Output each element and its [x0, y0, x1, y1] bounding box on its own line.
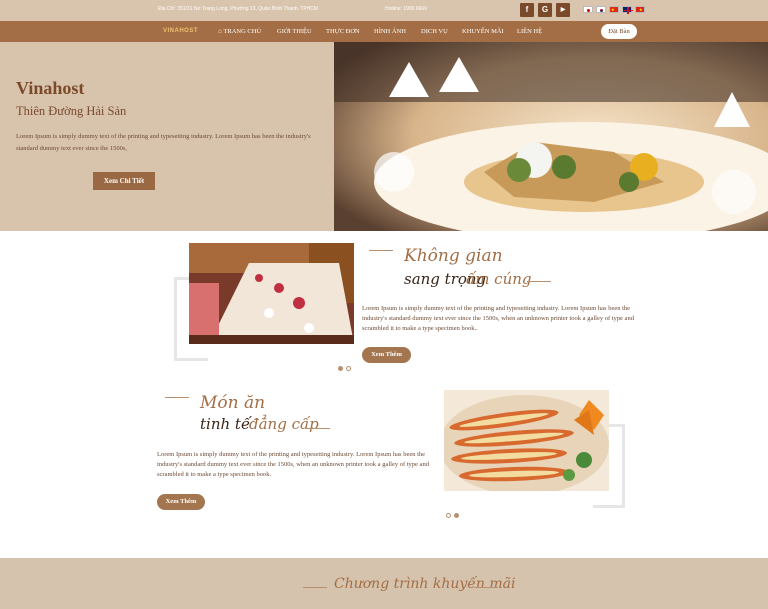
nav-item-promotions[interactable]: KHUYẾN MÃI: [462, 28, 504, 35]
divider: [474, 587, 498, 588]
nav-item-contact[interactable]: LIÊN HỆ: [517, 28, 542, 35]
carousel-dot[interactable]: [454, 513, 459, 518]
divider: [303, 587, 327, 588]
section2-more-button[interactable]: Xem Thêm: [157, 494, 205, 510]
restaurant-interior-image: [189, 243, 354, 344]
carousel-dot[interactable]: [338, 366, 343, 371]
carousel-dots: [446, 505, 462, 523]
main-nav: VINAHOST ⌂ TRANG CHỦ GIỚI THIỆU THỰC ĐƠN…: [0, 21, 768, 42]
section2-script-line2b: đẳng cấp: [249, 415, 319, 433]
seafood-dish-image: [444, 390, 609, 491]
site-logo[interactable]: VINAHOST: [163, 28, 198, 34]
hero-title: Vinahost: [16, 78, 85, 98]
carousel-dot[interactable]: [446, 513, 451, 518]
nav-item-home[interactable]: ⌂ TRANG CHỦ: [218, 28, 261, 35]
section2-text: Lorem Ipsum is simply dummy text of the …: [157, 451, 429, 478]
top-info-bar: Địa Chỉ: 351/31 Nơ Trang Long, Phường 13…: [0, 0, 768, 21]
google-plus-icon[interactable]: G: [538, 3, 552, 17]
hero-detail-button[interactable]: Xem Chi Tiết: [93, 172, 155, 190]
hotline-text: Hotline: 1900 6666: [385, 6, 427, 12]
youtube-icon[interactable]: ▶: [556, 3, 570, 17]
japan-flag-icon[interactable]: [583, 6, 593, 13]
nav-item-menu[interactable]: THỰC ĐƠN: [326, 28, 360, 35]
china-flag-icon[interactable]: ★: [609, 6, 619, 13]
carousel-dot[interactable]: [346, 366, 351, 371]
nav-item-about[interactable]: GIỚI THIỆU: [277, 28, 312, 35]
hero-image: [334, 42, 768, 231]
section1-script-title: Không gian: [404, 246, 503, 266]
korea-flag-icon[interactable]: [596, 6, 606, 13]
section1-more-button[interactable]: Xem Thêm: [362, 347, 411, 363]
section1-script-line2b: ấm cúng: [466, 270, 532, 288]
nav-item-home-label: TRANG CHỦ: [223, 28, 262, 35]
uk-flag-icon[interactable]: [622, 6, 633, 14]
section2-script-line2a: tinh tế: [200, 415, 251, 433]
hero-description: Lorem Ipsum is simply dummy text of the …: [16, 133, 311, 152]
book-table-button[interactable]: Đặt Bàn: [601, 24, 637, 39]
facebook-icon[interactable]: f: [520, 3, 534, 17]
section1-text: Lorem Ipsum is simply dummy text of the …: [362, 305, 634, 332]
nav-item-gallery[interactable]: HÌNH ẢNH: [374, 28, 406, 35]
divider: [165, 397, 189, 398]
hero-subtitle: Thiên Đường Hải Sản: [16, 104, 127, 118]
divider: [527, 281, 551, 282]
divider: [369, 250, 393, 251]
promo-title: Chương trình khuyến mãi: [334, 576, 516, 592]
vietnam-flag-icon[interactable]: ★: [635, 6, 645, 13]
nav-item-services[interactable]: DỊCH VỤ: [421, 28, 448, 35]
divider: [306, 428, 330, 429]
address-text: Địa Chỉ: 351/31 Nơ Trang Long, Phường 13…: [158, 6, 319, 12]
carousel-dots: [338, 358, 354, 376]
section2-script-title: Món ăn: [200, 393, 266, 413]
